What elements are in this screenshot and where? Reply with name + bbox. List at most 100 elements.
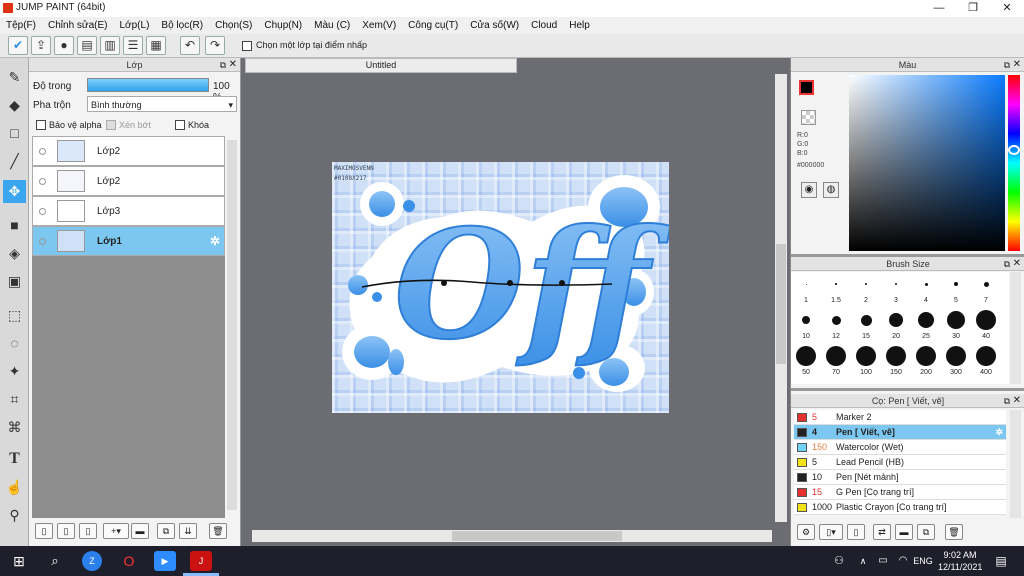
brush-size-dot[interactable] [805, 283, 807, 285]
menu-layer[interactable]: Lớp(L) [114, 17, 156, 34]
folder-icon[interactable]: ▬ [131, 523, 149, 539]
clock[interactable]: 9:02 AM 12/11/2021 [938, 549, 982, 573]
panel-float-icon[interactable]: ⧉ [1004, 396, 1010, 407]
opacity-slider[interactable] [87, 78, 209, 92]
brush-row[interactable]: 150 Watercolor (Wet) [794, 440, 1006, 455]
grid-icon[interactable]: ▦ [146, 36, 166, 55]
magic-wand-icon[interactable]: ✦ [3, 360, 26, 383]
layer-row-selected[interactable]: Lớp1 ✲ [32, 226, 225, 256]
brush-size-dot[interactable] [954, 282, 958, 286]
menu-tools[interactable]: Công cụ(T) [402, 17, 464, 34]
move-icon[interactable]: ✥ [3, 180, 26, 203]
message-icon[interactable]: ▤ [77, 36, 97, 55]
brush-size-dot[interactable] [918, 312, 934, 328]
brush-size-dot[interactable] [889, 313, 903, 327]
brush-size-dot[interactable] [856, 346, 876, 366]
visibility-icon[interactable] [39, 238, 46, 245]
menu-view[interactable]: Xem(V) [356, 17, 402, 34]
blend-select[interactable]: Bình thường ▾ [87, 96, 237, 112]
new-layer-8bit-icon[interactable]: ▯ [57, 523, 75, 539]
brush-row[interactable]: 15 G Pen [Cọ trang trí] [794, 485, 1006, 500]
brush-list-scroll[interactable] [1010, 410, 1021, 518]
clip-checkbox[interactable] [106, 120, 116, 130]
brush-settings-icon[interactable]: ⚙ [797, 524, 815, 540]
brush-size-dot[interactable] [865, 283, 867, 285]
select-eraser-icon[interactable]: ⌘ [3, 416, 26, 439]
eyedropper-icon[interactable]: ⚲ [3, 504, 26, 527]
visibility-icon[interactable] [39, 148, 46, 155]
layer-row[interactable]: Lớp2 [32, 166, 225, 196]
people-icon[interactable]: ⚇ [828, 551, 850, 571]
brush-size-dot[interactable] [983, 281, 989, 287]
opera-icon[interactable]: O [118, 551, 140, 571]
jump-paint-icon[interactable]: J [190, 551, 212, 571]
add-layer-menu-icon[interactable]: +▾ [103, 523, 129, 539]
menu-color[interactable]: Màu (C) [308, 17, 356, 34]
menu-help[interactable]: Help [563, 17, 596, 34]
zoom-icon[interactable]: ▶ [154, 551, 176, 571]
brush-size-dot[interactable] [894, 282, 898, 286]
document-icon[interactable]: ▥ [100, 36, 120, 55]
menu-filter[interactable]: Bộ lọc(R) [155, 17, 209, 34]
panel-close-icon[interactable]: ✕ [1013, 258, 1021, 269]
brush-size-dot[interactable] [924, 282, 928, 286]
line-icon[interactable]: ╱ [3, 150, 26, 173]
color-picker-icon[interactable]: ◍ [823, 182, 839, 198]
gear-icon[interactable]: ✲ [210, 234, 220, 248]
gradient-icon[interactable]: ▣ [3, 270, 26, 293]
brush-duplicate-icon[interactable]: ⧉ [917, 524, 935, 540]
panel-close-icon[interactable]: ✕ [1013, 395, 1021, 406]
panel-float-icon[interactable]: ⧉ [220, 60, 226, 71]
select-pen-icon[interactable]: ⌗ [3, 388, 26, 411]
brush-size-dot[interactable] [916, 346, 936, 366]
network-icon[interactable]: ◠ [892, 551, 914, 571]
menu-window[interactable]: Cửa số(W) [464, 17, 525, 34]
zalo-icon[interactable]: Z [82, 551, 102, 571]
menu-cloud[interactable]: Cloud [525, 17, 563, 34]
lock-checkbox[interactable] [175, 120, 185, 130]
notification-icon[interactable]: ▤ [990, 551, 1012, 571]
brush-size-dot[interactable] [976, 346, 996, 366]
search-icon[interactable]: ⌕ [44, 551, 66, 571]
panel-float-icon[interactable]: ⧉ [1004, 60, 1010, 71]
redo-icon[interactable]: ↷ [205, 36, 225, 55]
brush-size-dot[interactable] [860, 314, 872, 326]
brush-size-dot[interactable] [946, 346, 966, 366]
panel-close-icon[interactable]: ✕ [1013, 59, 1021, 70]
minimize-icon[interactable]: — [922, 0, 956, 17]
tray-arrow-icon[interactable]: ∧ [852, 551, 874, 571]
layer-row[interactable]: Lớp3 [32, 196, 225, 226]
brush-folder-icon[interactable]: ▬ [895, 524, 913, 540]
foreground-color-swatch[interactable] [799, 80, 814, 95]
layer-scrollbar[interactable] [227, 140, 237, 510]
undo-icon[interactable]: ↶ [180, 36, 200, 55]
duplicate-icon[interactable]: ⧉ [157, 523, 175, 539]
battery-icon[interactable]: ▭ [872, 551, 894, 571]
lasso-icon[interactable]: ◌ [3, 332, 26, 355]
brush-size-dot[interactable] [831, 315, 841, 325]
panel-float-icon[interactable]: ⧉ [1004, 259, 1010, 270]
brush-size-dot[interactable] [976, 310, 996, 330]
brush-size-grid[interactable]: 1 1.5 2 3 4 5 7 10 12 15 20 25 30 40 50 70 100 150 200 300 4… [791, 272, 1009, 384]
fill-rect-icon[interactable]: ■ [3, 214, 26, 237]
brush-size-dot[interactable] [947, 311, 965, 329]
brush-size-dot[interactable] [826, 346, 846, 366]
brush-row[interactable]: 5 Lead Pencil (HB) [794, 455, 1006, 470]
brush-row[interactable]: 5 Marker 2 [794, 410, 1006, 425]
copy-brush-icon[interactable]: ▯ [847, 524, 865, 540]
operation-icon[interactable]: ☝ [3, 476, 26, 499]
brush-size-dot[interactable] [835, 283, 837, 285]
select-layer-checkbox[interactable] [242, 41, 252, 51]
merge-icon[interactable]: ⇊ [179, 523, 197, 539]
new-layer-icon[interactable]: ▯ [35, 523, 53, 539]
export-icon[interactable]: ⇪ [31, 36, 51, 55]
maximize-icon[interactable]: ❐ [956, 0, 990, 17]
brush-trash-icon[interactable]: 🗑 [945, 524, 963, 540]
list-icon[interactable]: ☰ [123, 36, 143, 55]
brush-size-dot[interactable] [802, 316, 810, 324]
menu-capture[interactable]: Chụp(N) [258, 17, 308, 34]
close-icon[interactable]: ✕ [990, 0, 1024, 17]
check-icon[interactable]: ✔ [8, 36, 28, 55]
add-brush-icon[interactable]: ▯▾ [819, 524, 843, 540]
canvas-vscroll[interactable] [775, 74, 787, 522]
